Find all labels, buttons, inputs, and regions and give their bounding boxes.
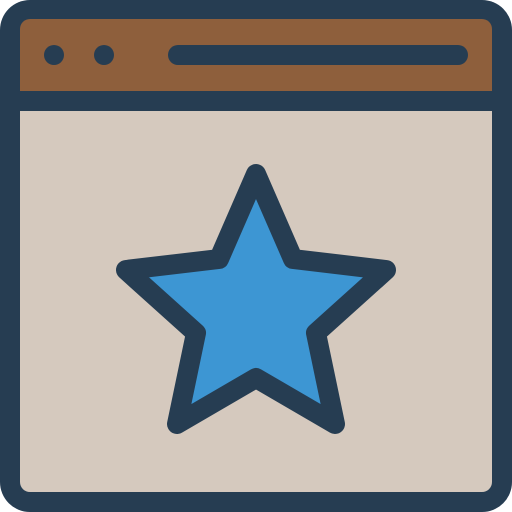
address-bar-line [168,45,468,65]
icon-canvas [0,0,512,512]
window-body-top [20,111,492,131]
window-dot-1 [44,45,64,65]
window-dot-2 [94,45,114,65]
browser-window-star-icon [0,0,512,512]
